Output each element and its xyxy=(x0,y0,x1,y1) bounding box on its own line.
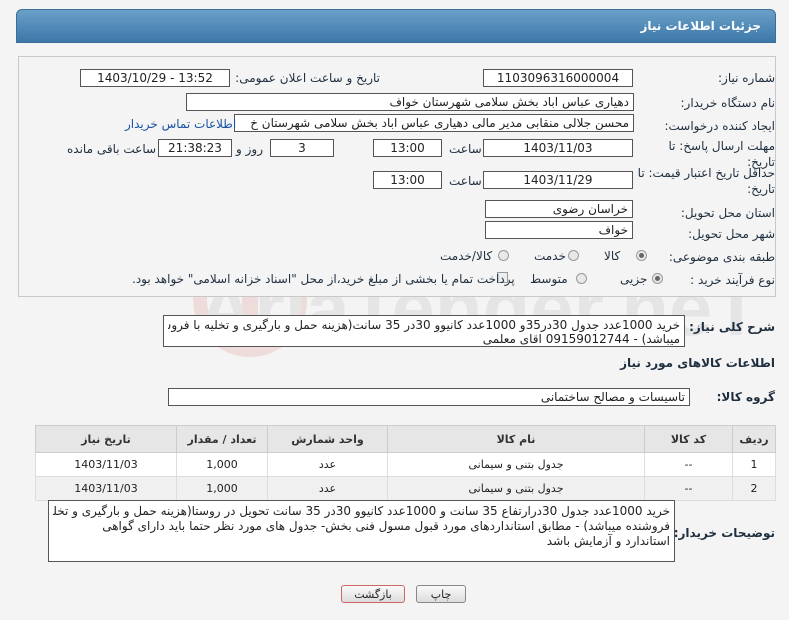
cell-code: -- xyxy=(644,476,733,501)
category-goods-label: کالا xyxy=(604,249,621,263)
cell-date: 1403/11/03 xyxy=(35,476,177,501)
category-goods-service-radio[interactable] xyxy=(498,250,509,261)
remaining-label: ساعت باقی مانده xyxy=(67,142,157,156)
table-row: 2 -- جدول بتنی و سیمانی عدد 1,000 1403/1… xyxy=(35,476,776,501)
remaining-time-field: 21:38:23 xyxy=(158,139,232,157)
requester-label: ایجاد کننده درخواست: xyxy=(664,119,775,133)
need-summary-label: شرح کلی نیاز: xyxy=(689,320,775,334)
buyer-notes-label: توضیحات خریدار: xyxy=(673,526,775,540)
page-title: جزئیات اطلاعات نیاز xyxy=(640,19,761,33)
goods-table-header: ردیف کد کالا نام کالا واحد شمارش تعداد /… xyxy=(35,425,776,453)
province-label: استان محل تحویل: xyxy=(680,206,775,220)
requester-field: محسن جلالی منقابی مدیر مالی دهیاری عباس … xyxy=(234,114,634,132)
goods-group-field: تاسیسات و مصالح ساختمانی xyxy=(168,388,690,406)
cell-row: 1 xyxy=(732,452,776,477)
purchase-type-label: نوع فرآیند خرید : xyxy=(690,273,775,287)
cell-code: -- xyxy=(644,452,733,477)
validity-time-field: 13:00 xyxy=(373,171,442,189)
days-label: روز و xyxy=(236,142,263,156)
cell-name: جدول بتنی و سیمانی xyxy=(387,452,645,477)
need-summary-line2: میباشد) - 09159012744 اقای معلمی xyxy=(482,332,680,346)
need-number-label: شماره نیاز: xyxy=(718,71,775,85)
buyer-notes-line3: استاندارد و آزمایش باشد xyxy=(546,534,670,548)
goods-table: ردیف کد کالا نام کالا واحد شمارش تعداد /… xyxy=(35,425,776,501)
validity-date-label: تاریخ: xyxy=(747,182,775,196)
table-row: 1 -- جدول بتنی و سیمانی عدد 1,000 1403/1… xyxy=(35,452,776,477)
cell-row: 2 xyxy=(732,476,776,501)
panel-header: جزئیات اطلاعات نیاز xyxy=(16,9,776,43)
announce-date-field: 1403/10/29 - 13:52 xyxy=(80,69,230,87)
validity-date-field: 1403/11/29 xyxy=(483,171,633,189)
purchase-medium-label: متوسط xyxy=(530,272,568,286)
buyer-contact-link[interactable]: اطلاعات تماس خریدار xyxy=(125,117,236,131)
print-button[interactable]: چاپ xyxy=(416,585,466,603)
buyer-notes-field: خرید 1000عدد جدول 30درارتفاع 35 سانت و 1… xyxy=(48,500,675,562)
remaining-days-field: 3 xyxy=(270,139,334,157)
col-unit: واحد شمارش xyxy=(267,425,388,453)
buyer-notes-line1: خرید 1000عدد جدول 30درارتفاع 35 سانت و 1… xyxy=(53,504,670,518)
city-field: خواف xyxy=(485,221,633,239)
need-summary-line1: خرید 1000عدد جدول 30در35و 1000عدد کانیوو… xyxy=(168,318,680,332)
category-goods-radio[interactable] xyxy=(636,250,647,261)
city-label: شهر محل تحویل: xyxy=(688,227,775,241)
deadline-date-field: 1403/11/03 xyxy=(483,139,633,157)
col-qty: تعداد / مقدار xyxy=(176,425,268,453)
cell-qty: 1,000 xyxy=(176,452,268,477)
cell-qty: 1,000 xyxy=(176,476,268,501)
back-button[interactable]: بازگشت xyxy=(341,585,405,603)
col-row: ردیف xyxy=(732,425,776,453)
goods-section-title: اطلاعات کالاهای مورد نیاز xyxy=(620,356,775,370)
category-service-label: خدمت xyxy=(534,249,566,263)
validity-label: حداقل تاریخ اعتبار قیمت: تا xyxy=(637,166,775,180)
buyer-org-label: نام دستگاه خریدار: xyxy=(680,96,776,110)
purchase-partial-radio[interactable] xyxy=(652,273,663,284)
announce-date-label: تاریخ و ساعت اعلان عمومی: xyxy=(235,71,380,85)
category-goods-service-label: کالا/خدمت xyxy=(440,249,493,263)
col-code: کد کالا xyxy=(644,425,733,453)
validity-time-label: ساعت xyxy=(449,174,482,188)
purchase-medium-radio[interactable] xyxy=(576,273,587,284)
need-number-field: 1103096316000004 xyxy=(483,69,633,87)
goods-group-label: گروه کالا: xyxy=(716,390,775,404)
cell-date: 1403/11/03 xyxy=(35,452,177,477)
deadline-label: مهلت ارسال پاسخ: تا xyxy=(668,139,775,153)
buyer-org-field: دهیاری عباس اباد بخش سلامی شهرستان خواف xyxy=(186,93,634,111)
category-service-radio[interactable] xyxy=(568,250,579,261)
buyer-notes-line2: فروشنده میباشد) - مطابق استانداردهای مور… xyxy=(102,519,670,533)
treasury-payment-label: پرداخت تمام یا بخشی از مبلغ خرید،از محل … xyxy=(132,272,515,286)
need-summary-field: خرید 1000عدد جدول 30در35و 1000عدد کانیوو… xyxy=(163,315,685,347)
category-label: طبقه بندی موضوعی: xyxy=(668,250,775,264)
cell-unit: عدد xyxy=(267,452,388,477)
cell-unit: عدد xyxy=(267,476,388,501)
col-date: تاریخ نیاز xyxy=(35,425,177,453)
purchase-partial-label: جزیی xyxy=(620,272,648,286)
deadline-time-field: 13:00 xyxy=(373,139,442,157)
cell-name: جدول بتنی و سیمانی xyxy=(387,476,645,501)
col-name: نام کالا xyxy=(387,425,645,453)
province-field: خراسان رضوی xyxy=(485,200,633,218)
deadline-time-label: ساعت xyxy=(449,142,482,156)
